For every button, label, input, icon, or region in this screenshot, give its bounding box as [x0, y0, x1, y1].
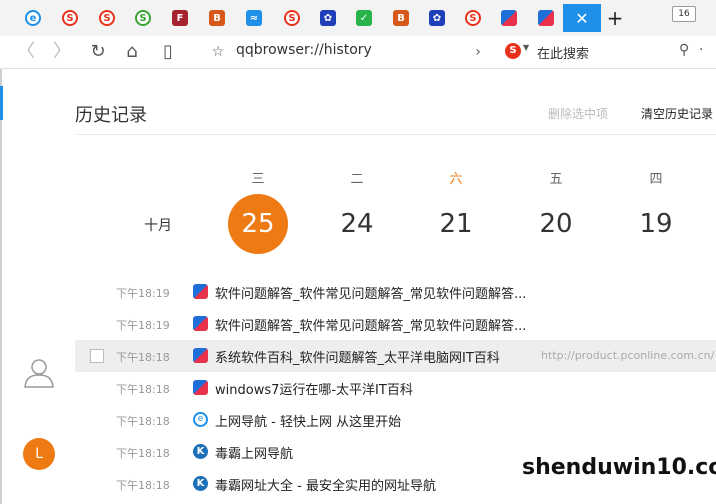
clear-history-button[interactable]: 清空历史记录 — [641, 105, 713, 122]
history-title-link[interactable]: 系统软件百科_软件问题解答_太平洋电脑网IT百科 — [215, 347, 500, 366]
search-icon[interactable]: ⚲ — [679, 42, 689, 58]
calendar-day[interactable]: 21 — [426, 194, 486, 254]
calendar-day-selected[interactable]: 25 — [228, 194, 288, 254]
tab-9[interactable]: ✿ — [309, 4, 347, 32]
history-row[interactable]: 下午18:18 e 上网导航 - 轻快上网 从这里开始 — [75, 404, 716, 436]
sogou-icon: S — [465, 10, 481, 26]
new-tab-button[interactable]: + — [602, 6, 628, 32]
tab-1[interactable]: e — [14, 4, 52, 32]
history-row[interactable]: 下午18:18 windows7运行在哪-太平洋IT百科 — [75, 372, 716, 404]
tab-12[interactable]: ✿ — [418, 4, 456, 32]
duba-favicon-icon: K — [193, 476, 208, 491]
calendar-weekday: 六 — [449, 172, 463, 187]
chevron-down-icon[interactable]: ▼ — [523, 43, 529, 52]
360-icon: S — [135, 10, 151, 26]
row-checkbox[interactable] — [90, 349, 104, 363]
fz-icon: F — [172, 10, 188, 26]
visit-time: 下午18:18 — [116, 383, 170, 396]
ie-favicon-icon: e — [193, 412, 208, 427]
address-bar[interactable]: qqbrowser://history — [236, 42, 372, 58]
history-title-link[interactable]: 软件问题解答_软件常见问题解答_常见软件问题解答... — [215, 283, 526, 302]
toolbar: 〈 〉 ↻ ⌂ ▯ ☆ qqbrowser://history › S ▼ 在此… — [0, 36, 716, 69]
more-icon[interactable]: · — [699, 42, 703, 58]
history-url: http://product.pconline.com.cn/ — [541, 349, 715, 362]
tab-2[interactable]: S — [51, 4, 89, 32]
user-avatar-icon[interactable] — [22, 355, 56, 389]
home-icon[interactable]: ⌂ — [120, 40, 144, 64]
visit-time: 下午18:18 — [116, 479, 170, 492]
tab-13[interactable]: S — [454, 4, 492, 32]
month-label: 十月 — [144, 218, 172, 234]
visit-time: 下午18:18 — [116, 351, 170, 364]
history-title-link[interactable]: 毒霸网址大全 - 最安全实用的网址导航 — [215, 475, 436, 494]
tab-6[interactable]: B — [198, 4, 236, 32]
visit-time: 下午18:19 — [116, 287, 170, 300]
history-row[interactable]: 下午18:18 系统软件百科_软件问题解答_太平洋电脑网IT百科 http://pr… — [75, 340, 716, 372]
lynx-icon — [501, 10, 517, 26]
chevron-right-icon[interactable]: › — [466, 40, 490, 64]
paw-icon: ✿ — [320, 10, 336, 26]
history-row[interactable]: 下午18:19 软件问题解答_软件常见问题解答_常见软件问题解答... — [75, 308, 716, 340]
visit-time: 下午18:19 — [116, 319, 170, 332]
left-accent — [0, 86, 3, 120]
history-title-link[interactable]: 毒霸上网导航 — [215, 443, 293, 462]
b-icon: B — [393, 10, 409, 26]
tab-4[interactable]: S — [124, 4, 162, 32]
tab-15[interactable] — [527, 4, 565, 32]
shield-icon: ✓ — [356, 10, 372, 26]
calendar-day[interactable]: 20 — [526, 194, 586, 254]
tab-11[interactable]: B — [382, 4, 420, 32]
back-icon[interactable]: 〈 — [14, 40, 38, 64]
duba-favicon-icon: K — [193, 444, 208, 459]
tab-history-active[interactable]: ✕ — [563, 4, 601, 32]
refresh-icon[interactable]: ↻ — [86, 40, 110, 64]
left-gutter — [0, 69, 2, 504]
reader-icon[interactable]: ▯ — [156, 40, 180, 64]
user-initial-badge[interactable]: L — [23, 438, 55, 470]
calendar-day[interactable]: 24 — [327, 194, 387, 254]
tab-count-badge[interactable]: 16 — [672, 6, 696, 22]
search-input[interactable]: 在此搜索 — [537, 43, 589, 62]
sogou-engine-icon[interactable]: S — [505, 43, 521, 59]
tab-14[interactable] — [490, 4, 528, 32]
watermark: shenduwin10.com — [522, 455, 716, 480]
tab-5[interactable]: F — [161, 4, 199, 32]
delete-selected-button[interactable]: 删除选中项 — [548, 105, 608, 122]
tab-3[interactable]: S — [88, 4, 126, 32]
pconline-favicon-icon — [193, 380, 208, 395]
bookmark-star-icon[interactable]: ☆ — [206, 40, 230, 64]
history-title-link[interactable]: 上网导航 - 轻快上网 从这里开始 — [215, 411, 401, 430]
forward-icon[interactable]: 〉 — [50, 40, 74, 64]
tab-8[interactable]: S — [273, 4, 311, 32]
b-icon: B — [209, 10, 225, 26]
divider — [75, 134, 716, 135]
paw-icon: ✿ — [429, 10, 445, 26]
close-tab-icon[interactable]: ✕ — [575, 9, 588, 28]
lynx-icon — [538, 10, 554, 26]
history-row[interactable]: 下午18:19 软件问题解答_软件常见问题解答_常见软件问题解答... — [75, 276, 716, 308]
visit-time: 下午18:18 — [116, 447, 170, 460]
tab-7[interactable]: ≈ — [235, 4, 273, 32]
sogou-icon: S — [284, 10, 300, 26]
calendar-day[interactable]: 19 — [626, 194, 686, 254]
pconline-favicon-icon — [193, 284, 208, 299]
stack-icon: ≈ — [246, 10, 262, 26]
search-box[interactable]: S ▼ 在此搜索 ⚲ · — [505, 41, 716, 63]
pconline-favicon-icon — [193, 348, 208, 363]
calendar-weekday: 五 — [549, 172, 563, 187]
calendar-weekday: 四 — [649, 172, 663, 187]
pconline-favicon-icon — [193, 316, 208, 331]
page-title: 历史记录 — [75, 105, 147, 126]
history-title-link[interactable]: windows7运行在哪-太平洋IT百科 — [215, 379, 413, 398]
calendar-weekday: 二 — [350, 172, 364, 187]
sogou-icon: S — [99, 10, 115, 26]
ie-icon: e — [25, 10, 41, 26]
history-title-link[interactable]: 软件问题解答_软件常见问题解答_常见软件问题解答... — [215, 315, 526, 334]
sogou-icon: S — [62, 10, 78, 26]
visit-time: 下午18:18 — [116, 415, 170, 428]
calendar-weekday: 三 — [251, 172, 265, 187]
tab-10[interactable]: ✓ — [345, 4, 383, 32]
tab-strip: S ✿ B ✓ ✿ S ≈ B F S S Se ✕ + 16 — [0, 0, 716, 36]
